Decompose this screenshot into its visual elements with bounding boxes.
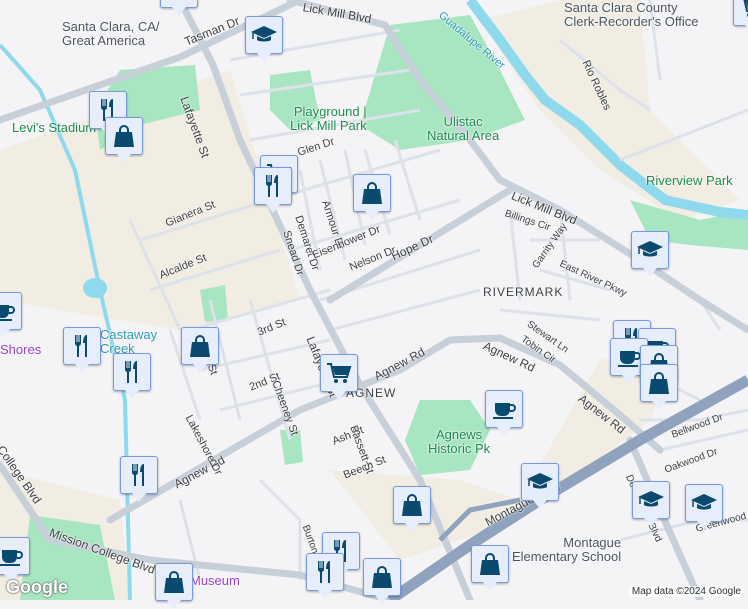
school-marker[interactable]: [631, 231, 669, 277]
shopping-bag-icon: [190, 335, 210, 357]
map-attribution[interactable]: Map data ©2024 Google: [628, 586, 744, 597]
museum-label[interactable]: Museum: [190, 573, 240, 588]
graduation-cap-icon: [638, 491, 664, 507]
school-marker[interactable]: [685, 484, 723, 530]
shopping-marker[interactable]: [471, 545, 509, 591]
shopping-bag-icon: [649, 372, 669, 394]
restaurant-marker[interactable]: [306, 553, 344, 599]
coffee-marker[interactable]: [0, 537, 30, 583]
shopping-bag-icon: [402, 494, 422, 516]
playground-label[interactable]: Playground | Lick Mill Park: [290, 105, 367, 133]
school-marker[interactable]: [245, 16, 283, 62]
agnews-park-label[interactable]: Agnews Historic Pk: [428, 428, 490, 456]
fork-knife-icon: [317, 561, 330, 583]
shopping-bag-icon: [114, 125, 134, 147]
restaurant-marker[interactable]: [63, 327, 101, 373]
graduation-cap-icon: [691, 494, 717, 510]
coffee-cup-icon: [0, 305, 15, 321]
shopping-marker[interactable]: [105, 117, 143, 163]
fork-knife-icon: [74, 335, 87, 357]
shopping-marker[interactable]: [353, 174, 391, 220]
ulistac-label[interactable]: Ulistac Natural Area: [427, 115, 499, 143]
shopping-cart-icon: [327, 363, 352, 383]
shopping-marker[interactable]: [155, 563, 193, 609]
graduation-cap-icon: [251, 26, 277, 42]
neighborhood-label: RIVERMARK: [483, 285, 564, 299]
shopping-bag-icon: [164, 571, 184, 593]
grocery-marker[interactable]: [733, 0, 748, 34]
shopping-cart-icon: [743, 0, 748, 17]
school-marker[interactable]: [632, 481, 670, 527]
coffee-marker[interactable]: [0, 292, 22, 338]
school-marker[interactable]: [521, 463, 559, 509]
fork-knife-icon: [124, 361, 137, 383]
shopping-marker[interactable]: [640, 364, 678, 410]
fork-knife-icon: [265, 175, 278, 197]
coffee-cup-icon: [493, 403, 516, 419]
shopping-bag-icon: [165, 0, 193, 3]
levis-stadium-label[interactable]: Levi's Stadium: [12, 120, 96, 135]
coffee-cup-icon: [618, 351, 641, 367]
shores-label[interactable]: Shores: [0, 342, 41, 357]
lake: [83, 278, 107, 298]
shopping-bag-icon: [480, 553, 500, 575]
restaurant-marker[interactable]: [120, 456, 158, 502]
station-label[interactable]: Santa Clara, CA/ Great America: [62, 20, 160, 48]
fork-knife-icon: [131, 464, 144, 486]
restaurant-marker[interactable]: [113, 353, 151, 399]
clerk-office-label[interactable]: Santa Clara County Clerk-Recorder's Offi…: [564, 1, 698, 29]
google-logo: Google: [6, 577, 68, 597]
montague-school-label[interactable]: Montague Elementary School: [512, 536, 621, 564]
restaurant-marker[interactable]: [254, 167, 292, 213]
grocery-marker[interactable]: [320, 354, 358, 400]
castaway-creek-label[interactable]: Castaway Creek: [100, 328, 157, 356]
shopping-bag-icon: [372, 566, 392, 588]
riverview-park-label[interactable]: Riverview Park: [646, 173, 733, 188]
shopping-marker[interactable]: [363, 558, 401, 604]
graduation-cap-icon: [637, 241, 663, 257]
coffee-marker[interactable]: [485, 390, 523, 436]
shopping-marker[interactable]: [181, 327, 219, 373]
coffee-cup-icon: [0, 550, 23, 566]
graduation-cap-icon: [527, 473, 553, 489]
shopping-bag-icon: [362, 182, 382, 204]
shopping-marker[interactable]: [160, 0, 198, 16]
shopping-marker[interactable]: [393, 486, 431, 532]
